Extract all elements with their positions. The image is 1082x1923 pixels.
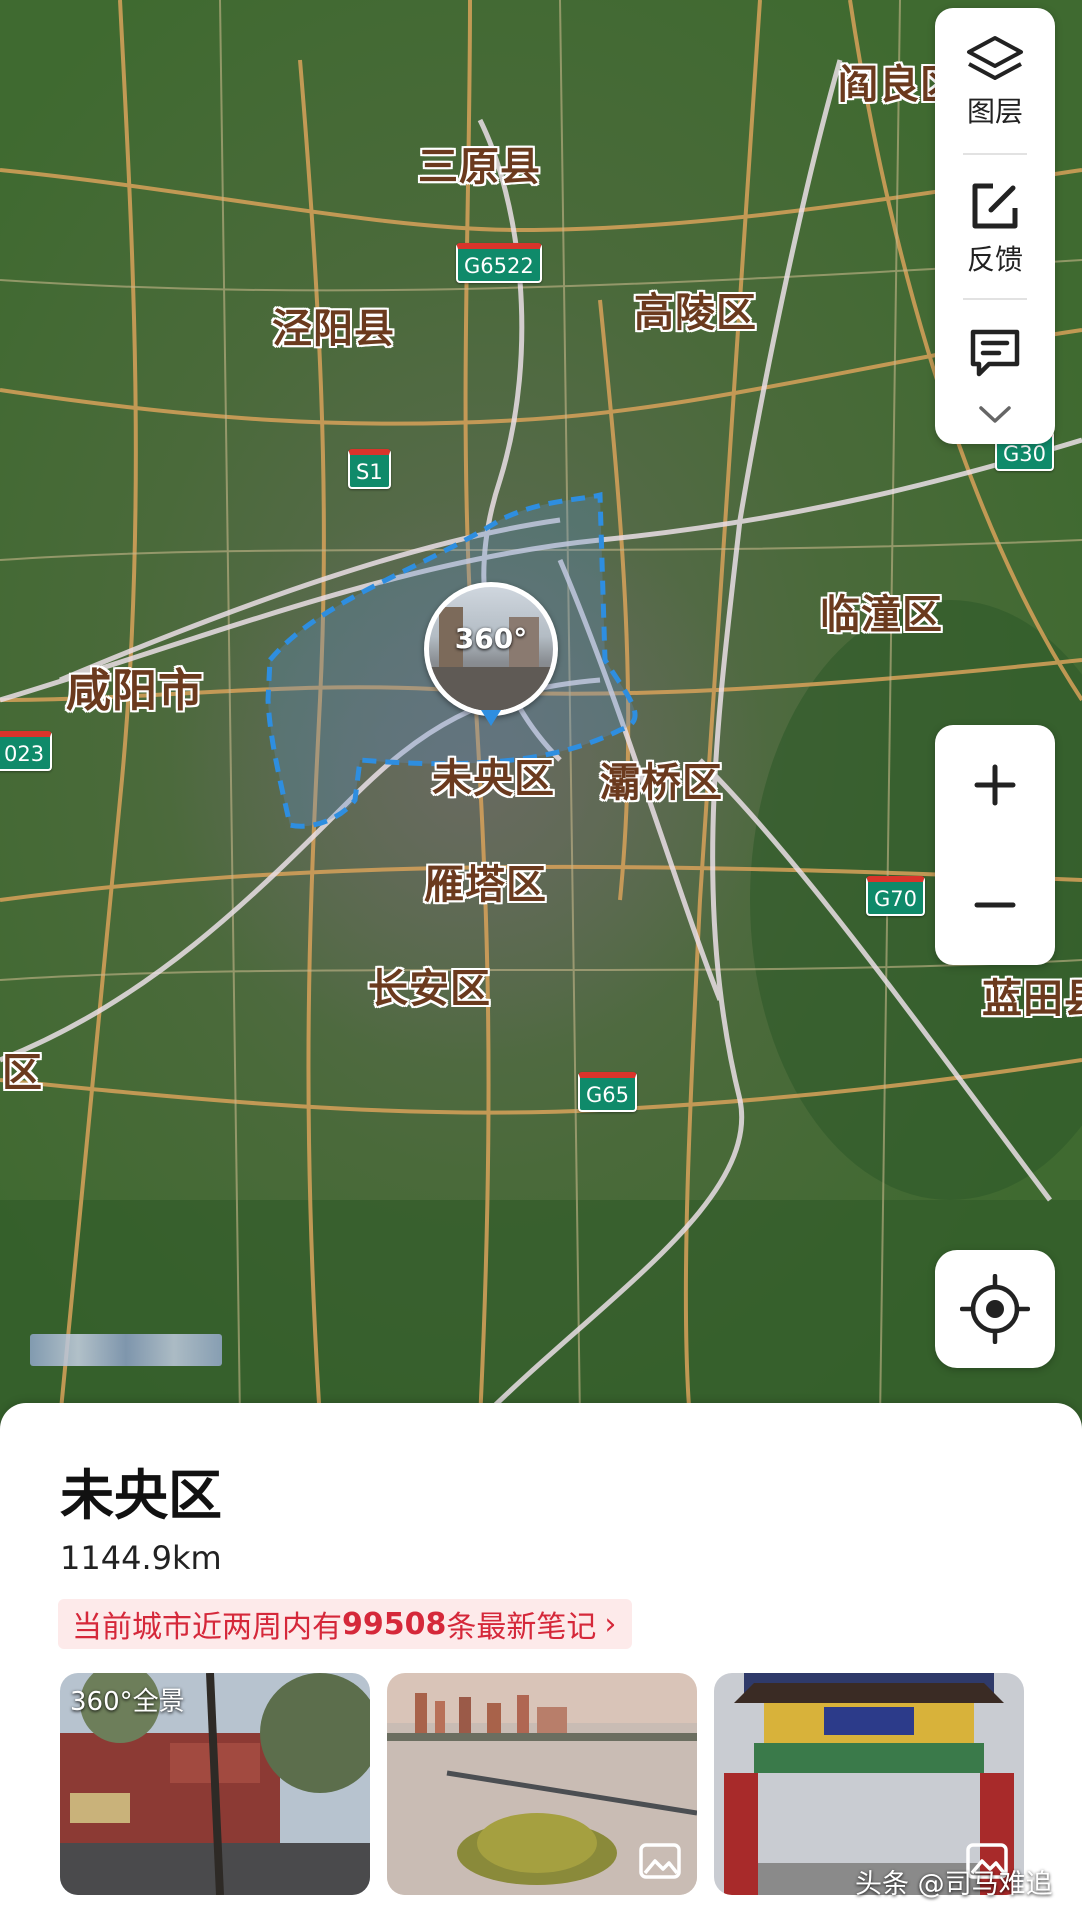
toolbar-expand-button[interactable] [935, 404, 1055, 426]
layers-label: 图层 [966, 95, 1023, 128]
zoom-in-button[interactable] [935, 725, 1055, 845]
minus-icon [974, 902, 1016, 908]
notes-suffix: 条最新笔记 [446, 1610, 597, 1645]
image-icon [639, 1843, 681, 1879]
watermark: 头条 @司马难追 [855, 1869, 1053, 1900]
marker-pin [481, 710, 501, 726]
feedback-button[interactable]: 反馈 [935, 178, 1055, 278]
distance-text: 1144.9km [60, 1539, 222, 1577]
message-button[interactable] [935, 326, 1055, 378]
map-toolbar: 图层 反馈 [935, 8, 1055, 444]
place-title: 未央区 [60, 1464, 222, 1527]
place-label-lantian[interactable]: 蓝田县 [982, 966, 1082, 1024]
plus-icon [974, 764, 1016, 806]
layers-icon [967, 36, 1023, 80]
feedback-label: 反馈 [966, 243, 1023, 276]
layers-button[interactable]: 图层 [935, 34, 1055, 130]
zoom-out-button[interactable] [935, 845, 1055, 965]
place-label-gaoling[interactable]: 高陵区 [634, 280, 757, 338]
place-label-jingyang[interactable]: 泾阳县 [272, 296, 395, 354]
notes-count: 99508 [342, 1606, 447, 1642]
notes-prefix: 当前城市近两周内有 [72, 1610, 342, 1645]
message-icon [970, 329, 1020, 377]
place-label-weiyang[interactable]: 未央区 [432, 746, 555, 804]
panorama-badge: 360°全景 [70, 1687, 185, 1717]
satellite-map[interactable]: 阎良区 三原县 泾阳县 高陵区 临潼区 咸阳市 未央区 灞桥区 雁塔区 长安区 … [0, 0, 1082, 1420]
road-shield-g65: G65 [578, 1072, 637, 1112]
place-label-partial[interactable]: 区 [2, 1040, 43, 1098]
place-detail-sheet[interactable]: 未央区 1144.9km 当前城市近两周内有 99508 条最新笔记 › 360°全景 [0, 1403, 1082, 1923]
place-label-sanyuan[interactable]: 三原县 [418, 134, 541, 192]
photo-panorama[interactable]: 360°全景 [60, 1673, 370, 1895]
place-label-yanta[interactable]: 雁塔区 [424, 852, 547, 910]
zoom-control [935, 725, 1055, 965]
toolbar-divider [963, 153, 1027, 155]
photo-city-river[interactable] [387, 1673, 697, 1895]
place-label-lintong[interactable]: 临潼区 [820, 582, 943, 640]
road-shield-g6522: G6522 [456, 243, 542, 283]
place-label-baqiao[interactable]: 灞桥区 [600, 750, 723, 808]
locate-me-button[interactable] [935, 1250, 1055, 1368]
locate-icon [960, 1274, 1030, 1344]
road-shield-023: 023 [0, 731, 53, 771]
toolbar-divider [963, 298, 1027, 300]
edit-feedback-icon [972, 183, 1018, 229]
place-label-changan[interactable]: 长安区 [368, 956, 491, 1014]
notes-link[interactable]: 当前城市近两周内有 99508 条最新笔记 › [58, 1599, 633, 1649]
scale-bar [30, 1334, 222, 1366]
chevron-right-icon: › [604, 1606, 617, 1642]
place-label-xianyang[interactable]: 咸阳市 [66, 654, 204, 719]
panorama-360-icon: 360° [454, 622, 528, 655]
panorama-marker[interactable]: 360° [424, 582, 558, 726]
road-shield-g70: G70 [866, 876, 925, 916]
chevron-down-icon [979, 406, 1011, 423]
road-shield-s1: S1 [348, 449, 391, 489]
